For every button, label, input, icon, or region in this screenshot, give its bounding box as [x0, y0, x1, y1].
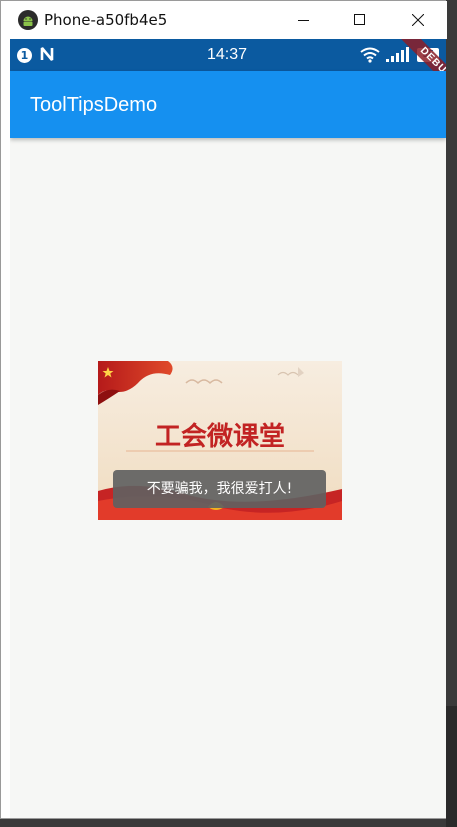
minimize-icon — [298, 20, 309, 21]
status-time: 14:37 — [207, 46, 248, 63]
status-bar: 1 14:37 95 — [10, 39, 446, 71]
tooltip: 不要骗我，我很爱打人! — [113, 470, 326, 508]
background-strip — [446, 706, 457, 827]
maximize-button[interactable] — [337, 1, 383, 39]
window-title: Phone-a50fb4e5 — [44, 11, 168, 29]
close-button[interactable] — [395, 1, 441, 39]
minimize-button[interactable] — [281, 1, 327, 39]
notification-count-badge: 1 — [17, 48, 32, 63]
android-icon — [18, 10, 38, 30]
wifi-icon — [360, 47, 380, 63]
signal-icon — [386, 47, 409, 62]
maximize-icon — [354, 14, 365, 25]
app-bar-title: ToolTipsDemo — [30, 94, 158, 116]
window-titlebar[interactable]: Phone-a50fb4e5 — [1, 1, 447, 39]
close-icon — [412, 14, 424, 26]
emulator-window: Phone-a50fb4e5 1 14:37 DEBUG ToolTipsDem… — [0, 0, 447, 819]
nfc-n-icon — [40, 47, 54, 61]
banner-title: 工会微课堂 — [155, 421, 285, 452]
app-bar: ToolTipsDemo — [10, 71, 446, 138]
